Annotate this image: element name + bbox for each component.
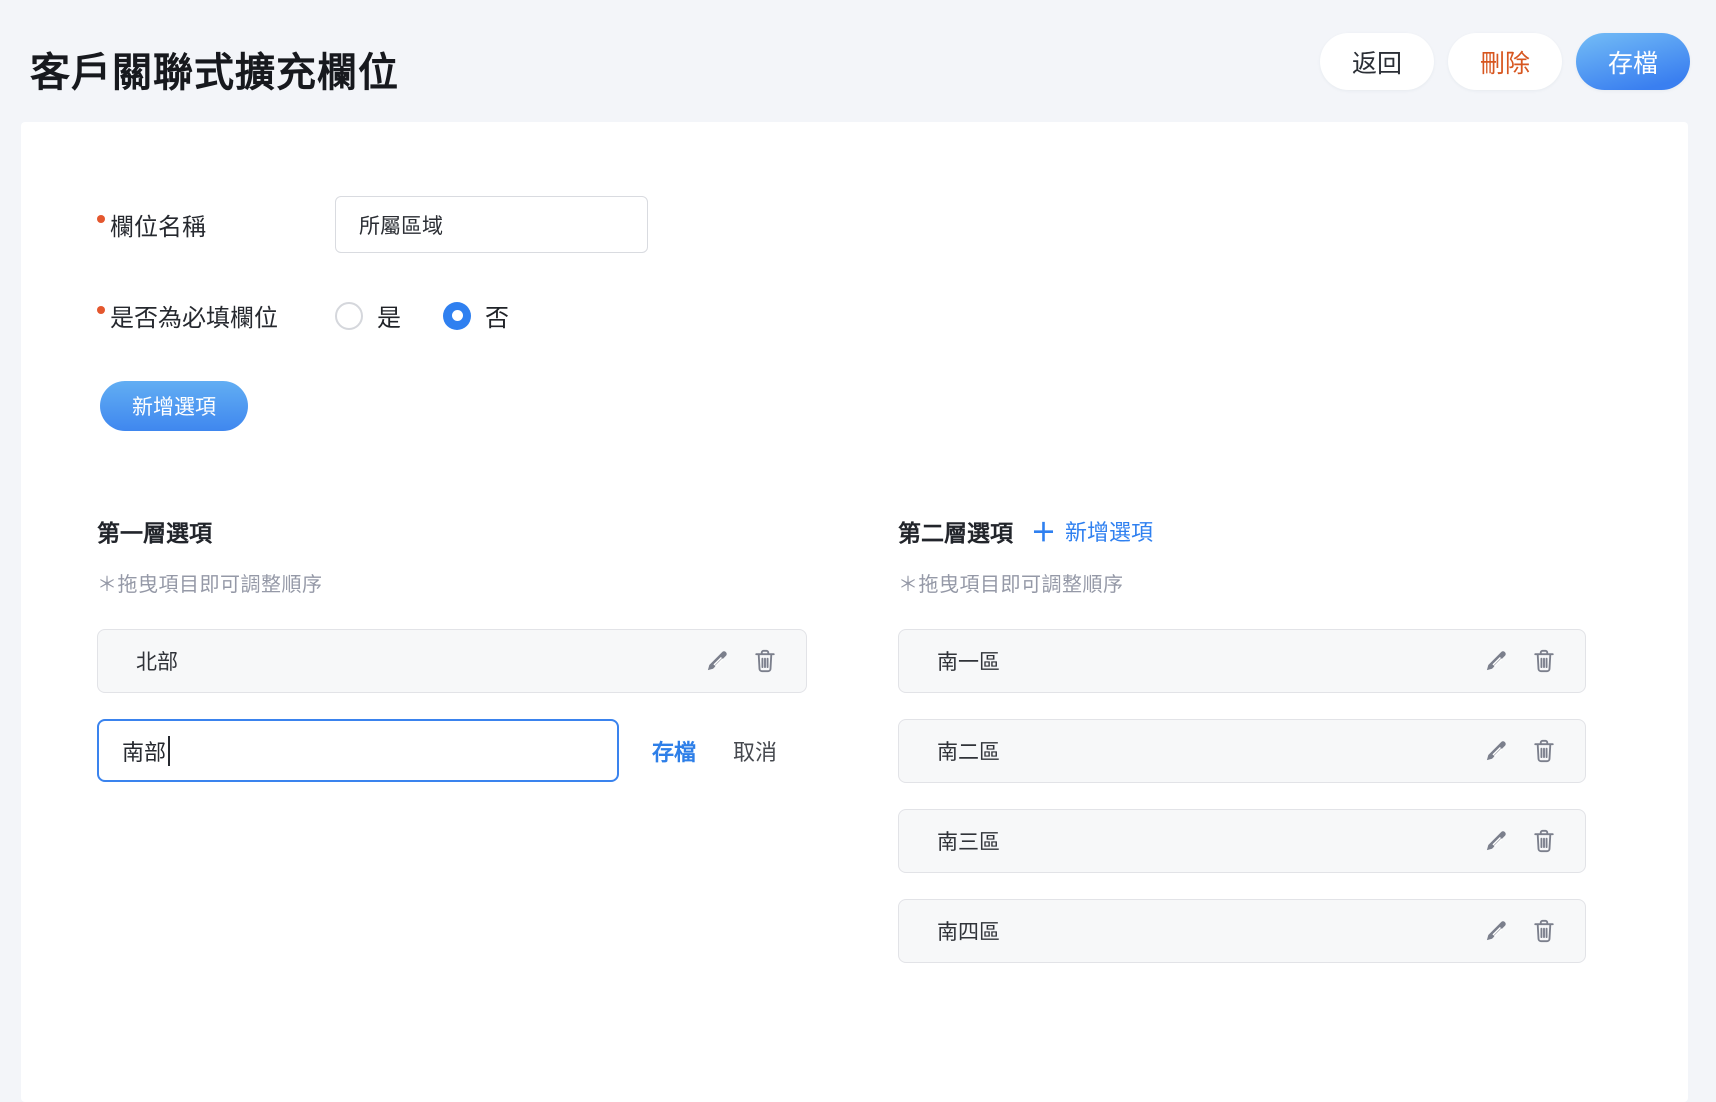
trash-icon[interactable] — [1529, 736, 1559, 766]
trash-icon[interactable] — [750, 646, 780, 676]
pencil-icon[interactable] — [1481, 916, 1511, 946]
option-item-actions — [702, 646, 780, 676]
radio-yes-circle[interactable] — [335, 302, 363, 330]
option-item-label: 南一區 — [937, 646, 1000, 676]
level2-option-item[interactable]: 南四區 — [898, 899, 1586, 963]
level2-add-option-label: 新增選項 — [1065, 516, 1153, 550]
required-dot — [97, 215, 105, 223]
topbar-actions: 返回 刪除 存檔 — [1320, 33, 1690, 90]
pencil-icon[interactable] — [1481, 736, 1511, 766]
edit-cancel-link[interactable]: 取消 — [733, 735, 777, 767]
topbar: 客戶關聯式擴充欄位 返回 刪除 存檔 — [0, 0, 1716, 122]
add-option-button[interactable]: 新增選項 — [100, 381, 248, 431]
content-card: 欄位名稱 是否為必填欄位 是 否 新增選項 第一層選項 ＊拖曳項目即可調整順序 — [21, 122, 1688, 1102]
option-item-label: 南三區 — [937, 826, 1000, 856]
radio-no-circle[interactable] — [443, 302, 471, 330]
required-radio-group: 是 否 — [335, 298, 509, 333]
required-field-label: 是否為必填欄位 — [97, 305, 278, 332]
required-field-label-text: 是否為必填欄位 — [110, 305, 278, 332]
edit-save-link[interactable]: 存檔 — [652, 735, 696, 767]
save-button[interactable]: 存檔 — [1576, 33, 1690, 90]
pencil-icon[interactable] — [1481, 826, 1511, 856]
field-name-label-wrap: 欄位名稱 — [97, 207, 335, 242]
field-name-label: 欄位名稱 — [97, 214, 206, 241]
option-item-label: 南二區 — [937, 736, 1000, 766]
option-item-actions — [1481, 736, 1559, 766]
field-name-row: 欄位名稱 — [97, 196, 648, 253]
pencil-icon[interactable] — [1481, 646, 1511, 676]
field-name-label-text: 欄位名稱 — [110, 214, 206, 241]
required-field-label-wrap: 是否為必填欄位 — [97, 298, 335, 333]
radio-no-label: 否 — [485, 298, 509, 333]
pencil-icon[interactable] — [702, 646, 732, 676]
option-item-actions — [1481, 646, 1559, 676]
plus-icon: ＋ — [1031, 516, 1056, 550]
radio-no-dot — [452, 310, 463, 321]
delete-button[interactable]: 刪除 — [1448, 33, 1562, 90]
level2-option-item[interactable]: 南二區 — [898, 719, 1586, 783]
level2-drag-hint: ＊拖曳項目即可調整順序 — [898, 568, 1586, 597]
radio-option-no[interactable]: 否 — [443, 298, 509, 333]
trash-icon[interactable] — [1529, 646, 1559, 676]
required-dot — [97, 306, 105, 314]
level2-column: 第二層選項 ＋ 新增選項 ＊拖曳項目即可調整順序 南一區 — [898, 516, 1586, 989]
level1-option-item[interactable]: 北部 — [97, 629, 807, 693]
level2-header: 第二層選項 ＋ 新增選項 — [898, 516, 1586, 550]
level2-title: 第二層選項 — [898, 516, 1013, 550]
field-name-input[interactable] — [335, 196, 648, 253]
level2-option-item[interactable]: 南三區 — [898, 809, 1586, 873]
required-field-row: 是否為必填欄位 是 否 — [97, 298, 509, 333]
level1-drag-hint: ＊拖曳項目即可調整順序 — [97, 568, 807, 597]
level1-edit-row: 南部 存檔 取消 — [97, 719, 807, 782]
level2-option-item[interactable]: 南一區 — [898, 629, 1586, 693]
level2-option-list: 南一區 — [898, 629, 1586, 963]
back-button[interactable]: 返回 — [1320, 33, 1434, 90]
page-title: 客戶關聯式擴充欄位 — [30, 40, 399, 98]
level2-add-option-link[interactable]: ＋ 新增選項 — [1031, 516, 1153, 550]
trash-icon[interactable] — [1529, 916, 1559, 946]
level1-title: 第一層選項 — [97, 516, 212, 550]
text-caret — [168, 736, 170, 766]
option-item-actions — [1481, 916, 1559, 946]
option-item-actions — [1481, 826, 1559, 856]
level1-header: 第一層選項 — [97, 516, 807, 550]
level1-option-list: 北部 — [97, 629, 807, 693]
trash-icon[interactable] — [1529, 826, 1559, 856]
level1-column: 第一層選項 ＊拖曳項目即可調整順序 北部 — [97, 516, 807, 782]
radio-option-yes[interactable]: 是 — [335, 298, 401, 333]
option-item-label: 北部 — [136, 646, 178, 676]
level1-edit-value: 南部 — [122, 735, 166, 767]
radio-yes-label: 是 — [377, 298, 401, 333]
option-item-label: 南四區 — [937, 916, 1000, 946]
level1-edit-input[interactable]: 南部 — [97, 719, 619, 782]
